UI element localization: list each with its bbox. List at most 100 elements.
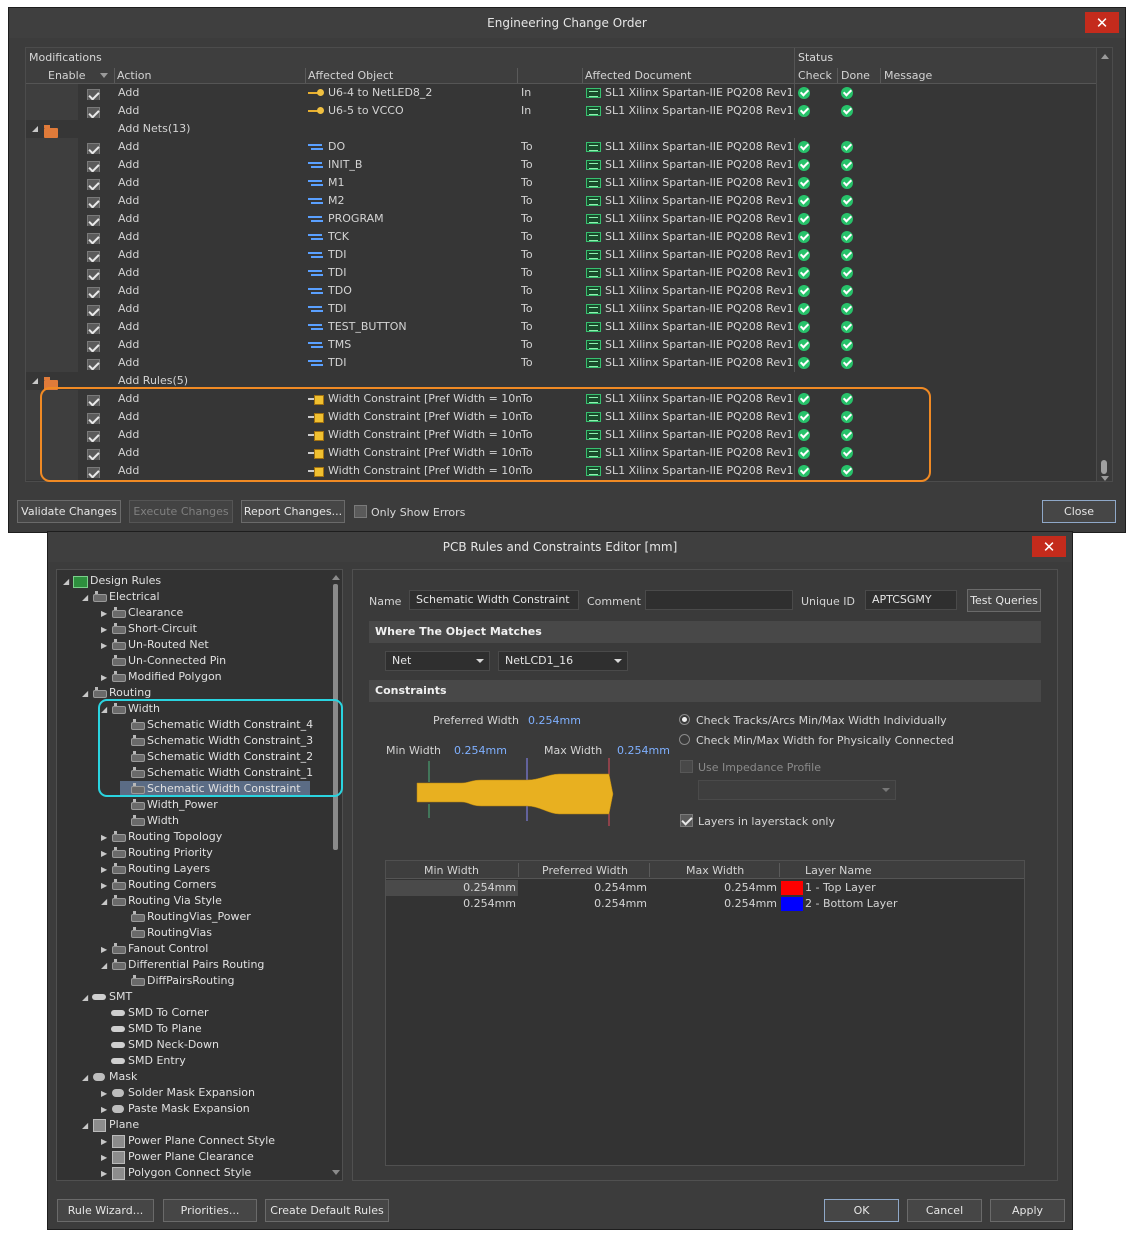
row-preferred-width[interactable]: 0.254mm [519,880,649,896]
enable-checkbox[interactable] [87,176,100,190]
tree-node[interactable]: ▶ Modified Polygon [101,669,222,685]
eco-change-row[interactable]: Add U6-4 to NetLED8_2 In SL1 Xilinx Spartan… [26,84,1094,102]
tree-scroll-down-icon[interactable] [332,1170,340,1175]
expand-arrow-icon[interactable]: ◢ [82,686,92,702]
tree-node[interactable]: ◢ Differential Pairs Routing [101,957,264,973]
validate-changes-button[interactable]: Validate Changes [17,500,121,523]
expand-arrow-icon[interactable]: ▶ [101,942,111,958]
tree-node[interactable]: ▶ Paste Mask Expansion [101,1101,250,1117]
rule-wizard-button[interactable]: Rule Wizard... [57,1199,154,1222]
tree-node[interactable]: ◢ Design Rules [63,573,161,589]
expand-arrow-icon[interactable]: ◢ [101,894,111,910]
scroll-thumb[interactable] [1101,460,1107,474]
tree-node[interactable]: ▶ Clearance [101,605,183,621]
enable-checkbox[interactable] [87,140,100,154]
eco-change-row[interactable]: Add TDI To SL1 Xilinx Spartan-IIE PQ208 Rev… [26,264,1094,282]
col-enable-sort-icon[interactable] [100,73,108,78]
expand-arrow-icon[interactable]: ◢ [82,990,92,1006]
expand-arrow-icon[interactable]: ▶ [101,878,111,894]
eco-change-row[interactable]: Add INIT_B To SL1 Xilinx Spartan-IIE PQ208 … [26,156,1094,174]
expand-arrow-icon[interactable]: ▶ [101,622,111,638]
tree-node[interactable]: ▶ Polygon Connect Style [101,1165,251,1180]
tree-node[interactable]: ▶ Routing Layers [101,861,210,877]
col-check[interactable]: Check [798,69,832,82]
tree-node[interactable]: ◢ Routing Via Style [101,893,222,909]
eco-change-row[interactable]: Add TCK To SL1 Xilinx Spartan-IIE PQ208 Rev… [26,228,1094,246]
enable-checkbox[interactable] [87,302,100,316]
enable-checkbox[interactable] [87,266,100,280]
eco-scrollbar[interactable] [1096,48,1112,481]
tree-node[interactable]: Width [120,813,179,829]
layers-in-layerstack-checkbox[interactable] [680,814,693,827]
eco-change-row[interactable]: Add TMS To SL1 Xilinx Spartan-IIE PQ208 Rev… [26,336,1094,354]
expand-arrow-icon[interactable]: ▶ [101,1134,111,1150]
enable-checkbox[interactable] [87,230,100,244]
execute-changes-button[interactable]: Execute Changes [129,500,233,523]
tree-node[interactable]: ▶ Short-Circuit [101,621,197,637]
row-min-width[interactable]: 0.254mm [386,896,518,912]
radio-physically-connected[interactable] [679,734,690,745]
tree-node[interactable]: DiffPairsRouting [120,973,234,989]
scroll-down-icon[interactable] [1101,476,1109,481]
cancel-button[interactable]: Cancel [907,1199,982,1222]
enable-checkbox[interactable] [87,212,100,226]
scroll-up-icon[interactable] [1101,54,1109,59]
enable-checkbox[interactable] [87,248,100,262]
use-impedance-checkbox[interactable] [680,760,693,773]
name-field[interactable]: Schematic Width Constraint [409,590,579,610]
eco-close-button[interactable]: Close [1042,500,1116,523]
col-done[interactable]: Done [841,69,870,82]
tree-node[interactable]: SMD To Plane [101,1021,202,1037]
tree-node[interactable]: ▶ Routing Corners [101,877,216,893]
tree-node[interactable]: ◢ Plane [82,1117,139,1133]
expand-arrow-icon[interactable]: ◢ [82,1118,92,1134]
eco-change-row[interactable]: Add U6-5 to VCCO In SL1 Xilinx Spartan-IIE … [26,102,1094,120]
report-changes-button[interactable]: Report Changes... [241,500,345,523]
tree-node[interactable]: SMD Neck-Down [101,1037,219,1053]
priorities-button[interactable]: Priorities... [163,1199,257,1222]
preferred-width-value[interactable]: 0.254mm [528,714,581,727]
expand-arrow-icon[interactable]: ▶ [101,670,111,686]
ok-button[interactable]: OK [824,1199,899,1222]
eco-change-row[interactable]: Add PROGRAM To SL1 Xilinx Spartan-IIE PQ208… [26,210,1094,228]
eco-change-row[interactable]: Add TEST_BUTTON To SL1 Xilinx Spartan-IIE P… [26,318,1094,336]
enable-checkbox[interactable] [87,284,100,298]
eco-close-icon[interactable]: ✕ [1085,12,1119,33]
radio-individual[interactable] [679,714,690,725]
tree-node[interactable]: RoutingVias_Power [120,909,251,925]
enable-checkbox[interactable] [87,320,100,334]
tree-node[interactable]: ▶ Solder Mask Expansion [101,1085,255,1101]
tree-node[interactable]: ▶ Routing Topology [101,829,222,845]
expand-arrow-icon[interactable]: ▶ [101,1166,111,1180]
tree-node[interactable]: ▶ Routing Priority [101,845,213,861]
tree-node[interactable]: ◢ Mask [82,1069,137,1085]
tree-node[interactable]: Un-Connected Pin [101,653,226,669]
eco-change-row[interactable]: Add M1 To SL1 Xilinx Spartan-IIE PQ208 Rev1… [26,174,1094,192]
col-enable[interactable]: Enable [48,69,85,82]
tree-node[interactable]: ◢ Electrical [82,589,160,605]
eco-change-row[interactable]: Add TDO To SL1 Xilinx Spartan-IIE PQ208 Rev… [26,282,1094,300]
eco-group-row[interactable]: ◢ Add Nets(13) [26,120,1094,138]
enable-checkbox[interactable] [87,338,100,352]
col-action[interactable]: Action [117,69,151,82]
table-row[interactable]: 0.254mm 0.254mm 0.254mm 1 - Top Layer [386,880,1024,896]
tree-node[interactable]: SMD Entry [101,1053,186,1069]
only-show-errors-checkbox[interactable] [354,505,367,518]
enable-checkbox[interactable] [87,194,100,208]
eco-change-row[interactable]: Add DO To SL1 Xilinx Spartan-IIE PQ208 Rev1… [26,138,1094,156]
create-default-rules-button[interactable]: Create Default Rules [265,1199,389,1222]
col-affected-object[interactable]: Affected Object [308,69,393,82]
row-max-width[interactable]: 0.254mm [650,896,779,912]
eco-change-row[interactable]: Add TDI To SL1 Xilinx Spartan-IIE PQ208 Rev… [26,246,1094,264]
enable-checkbox[interactable] [87,158,100,172]
eco-change-row[interactable]: Add TDI To SL1 Xilinx Spartan-IIE PQ208 Rev… [26,300,1094,318]
enable-checkbox[interactable] [87,356,100,370]
tree-node[interactable]: ▶ Power Plane Clearance [101,1149,254,1165]
tree-node[interactable]: ▶ Power Plane Connect Style [101,1133,275,1149]
row-min-width[interactable]: 0.254mm [386,880,518,896]
tree-node[interactable]: ◢ SMT [82,989,132,1005]
eco-change-row[interactable]: Add TDI To SL1 Xilinx Spartan-IIE PQ208 Rev… [26,354,1094,372]
expand-arrow-icon[interactable]: ▶ [101,862,111,878]
impedance-profile-select[interactable] [698,780,896,800]
tree-scroll-up-icon[interactable] [332,575,340,580]
